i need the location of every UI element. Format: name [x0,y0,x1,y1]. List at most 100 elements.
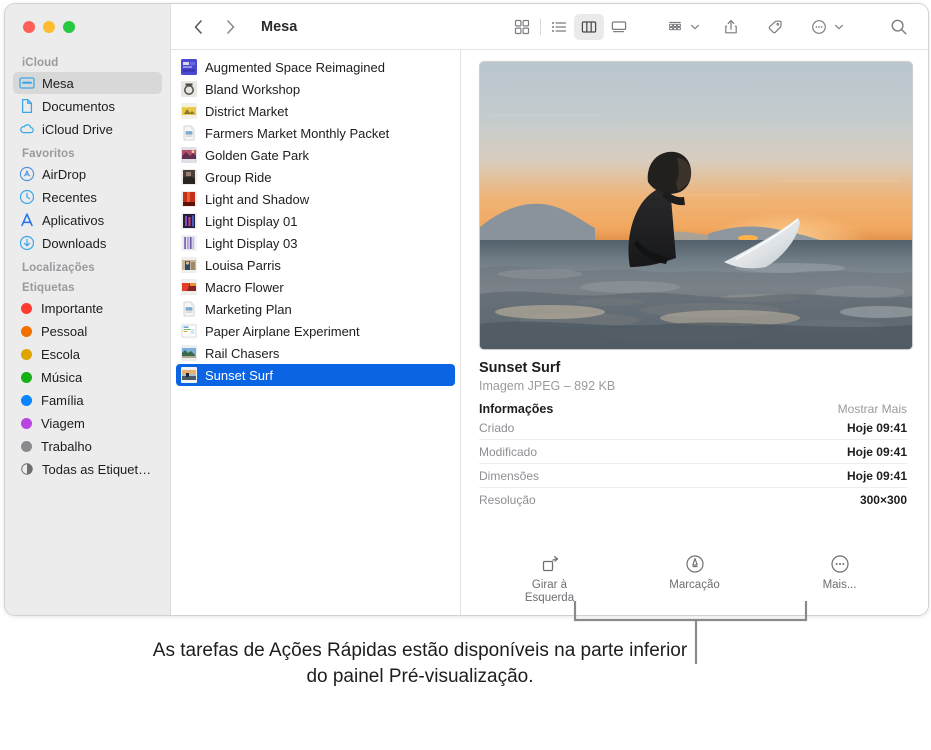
toolbar-right [507,14,914,40]
list-item[interactable]: Louisa Parris [176,254,455,276]
list-item[interactable]: Macro Flower [176,276,455,298]
window-title: Mesa [261,19,297,35]
minimize-button[interactable] [43,21,55,33]
image-thumb-icon [181,103,197,119]
quick-action-rotate-left[interactable]: Girar à Esquerda [507,553,593,605]
info-key: Criado [479,421,514,435]
list-item[interactable]: District Market [176,100,455,122]
file-name: Light Display 03 [205,236,298,251]
sidebar-item-icloud-drive[interactable]: iCloud Drive [13,118,162,140]
list-item[interactable]: Golden Gate Park [176,144,455,166]
list-item[interactable]: Light and Shadow [176,188,455,210]
list-item-selected[interactable]: Sunset Surf [176,364,455,386]
sidebar-item-label: Escola [41,347,80,362]
sidebar-item-escola[interactable]: Escola [13,343,162,365]
cloud-icon [19,121,35,137]
sidebar-item-label: iCloud Drive [42,122,113,137]
group-by-icon[interactable] [660,14,690,40]
section-title: Informações [479,402,553,416]
sidebar-item-documentos[interactable]: Documentos [13,95,162,117]
chevron-down-icon[interactable] [688,22,702,32]
desktop-icon [19,75,35,91]
sidebar-item-trabalho[interactable]: Trabalho [13,435,162,457]
file-name: Light Display 01 [205,214,298,229]
image-thumb-icon [181,147,197,163]
tag-dot-icon [21,418,32,429]
tag-dot-icon [21,326,32,337]
show-more-button[interactable]: Mostrar Mais [838,402,907,416]
all-tags-icon [20,462,34,476]
tag-dot-icon [21,303,32,314]
tag-icon[interactable] [760,14,790,40]
image-thumb-icon [181,191,197,207]
list-item[interactable]: Group Ride [176,166,455,188]
back-button[interactable] [189,18,207,36]
image-thumb-icon [181,235,197,251]
column-view-icon[interactable] [574,14,604,40]
file-name: Golden Gate Park [205,148,309,163]
file-name: Louisa Parris [205,258,281,273]
tag-dot-icon [21,395,32,406]
markup-icon [684,553,706,575]
list-item[interactable]: Light Display 01 [176,210,455,232]
list-item[interactable]: Augmented Space Reimagined [176,56,455,78]
list-item[interactable]: Farmers Market Monthly Packet [176,122,455,144]
file-name: District Market [205,104,288,119]
sidebar-item-airdrop[interactable]: AirDrop [13,163,162,185]
file-name: Bland Workshop [205,82,300,97]
sidebar-item-label: Música [41,370,82,385]
tag-dot-icon [21,372,32,383]
sidebar-item-importante[interactable]: Importante [13,297,162,319]
sidebar-item-todas-as-etiquetas[interactable]: Todas as Etiquetas... [13,458,162,480]
list-item[interactable]: Paper Airplane Experiment [176,320,455,342]
sidebar-item-label: Viagem [41,416,85,431]
sidebar-item-pessoal[interactable]: Pessoal [13,320,162,342]
quick-action-label: Marcação [669,579,720,592]
close-button[interactable] [23,21,35,33]
sidebar-item-aplicativos[interactable]: Aplicativos [13,209,162,231]
preview-section-header: Informações Mostrar Mais [479,402,907,416]
sidebar-item-label: Importante [41,301,103,316]
list-view-icon[interactable] [544,14,574,40]
zoom-button[interactable] [63,21,75,33]
preview-file-name: Sunset Surf [479,360,907,376]
image-thumb-icon [181,213,197,229]
image-thumb-icon [181,59,197,75]
sidebar-item-label: Recentes [42,190,97,205]
sidebar-item-mesa[interactable]: Mesa [13,72,162,94]
sidebar-item-recentes[interactable]: Recentes [13,186,162,208]
file-name: Augmented Space Reimagined [205,60,385,75]
sidebar: iCloud Mesa Documentos [5,4,171,615]
sidebar-item-viagem[interactable]: Viagem [13,412,162,434]
document-thumb-icon [181,301,197,317]
quick-action-markup[interactable]: Marcação [652,553,738,605]
sidebar-section-localizacoes-header: Localizações [13,255,162,277]
sidebar-item-label: Mesa [42,76,74,91]
more-actions-icon[interactable] [804,14,834,40]
sidebar-item-musica[interactable]: Música [13,366,162,388]
traffic-lights [5,4,170,50]
forward-button[interactable] [221,18,239,36]
image-thumb-icon [181,279,197,295]
icon-view-icon[interactable] [507,14,537,40]
downloads-icon [19,235,35,251]
sidebar-item-familia[interactable]: Família [13,389,162,411]
callout-caption: As tarefas de Ações Rápidas estão dispon… [150,638,690,690]
file-name: Group Ride [205,170,271,185]
search-icon[interactable] [884,14,914,40]
list-item[interactable]: Rail Chasers [176,342,455,364]
share-icon[interactable] [716,14,746,40]
quick-action-more[interactable]: Mais... [797,553,883,605]
file-list[interactable]: Augmented Space Reimagined Bland Worksho… [171,50,461,615]
content-area: Augmented Space Reimagined Bland Worksho… [171,50,928,615]
tag-dot-icon [21,349,32,360]
list-item[interactable]: Marketing Plan [176,298,455,320]
screenshot-root: iCloud Mesa Documentos [0,0,931,750]
gallery-view-icon[interactable] [604,14,634,40]
info-key: Resolução [479,493,536,507]
preview-file-meta: Imagem JPEG – 892 KB [479,379,907,393]
list-item[interactable]: Bland Workshop [176,78,455,100]
list-item[interactable]: Light Display 03 [176,232,455,254]
sidebar-item-downloads[interactable]: Downloads [13,232,162,254]
chevron-down-icon[interactable] [832,22,846,32]
